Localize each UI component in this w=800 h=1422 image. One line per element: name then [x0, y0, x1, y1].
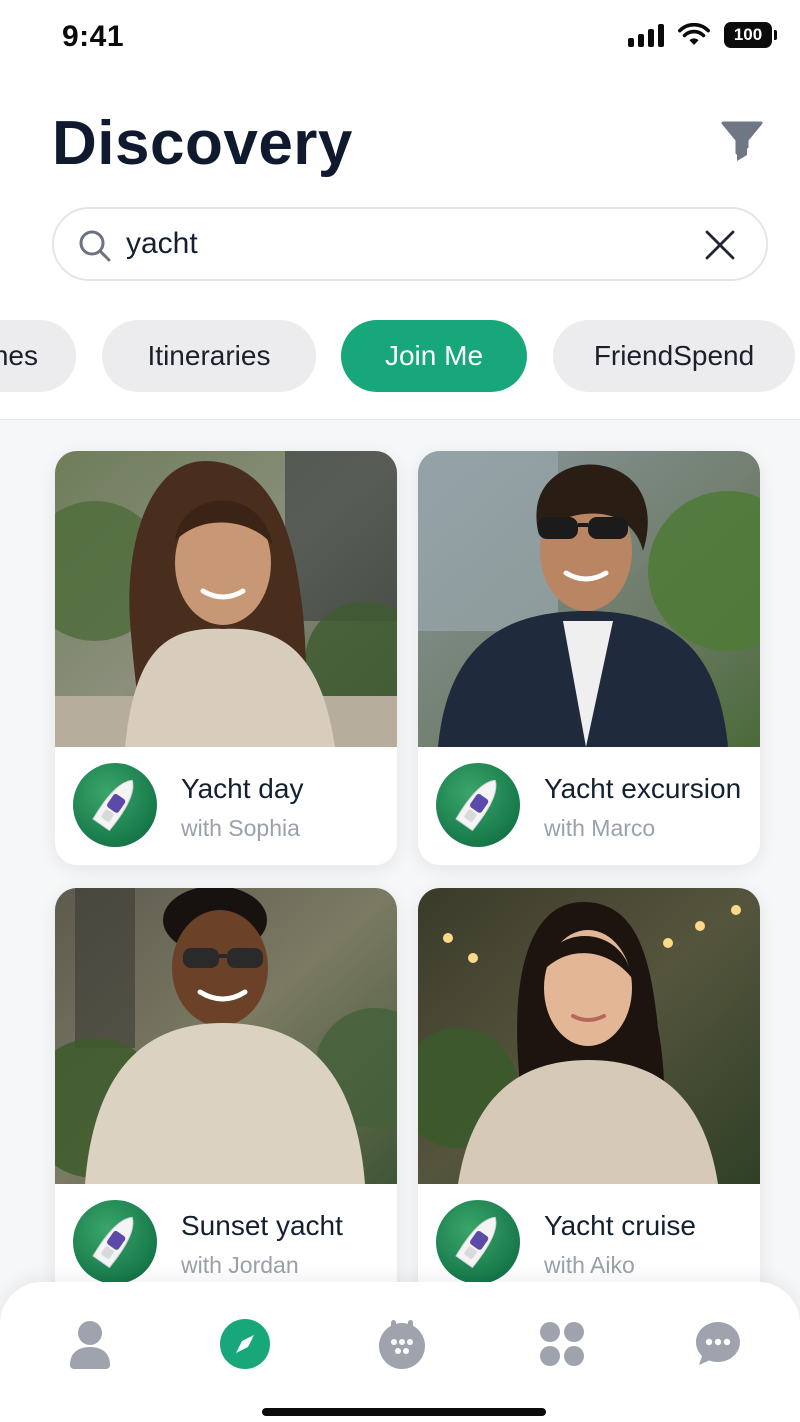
chip-label: nes: [0, 340, 38, 371]
search-input[interactable]: [126, 221, 686, 267]
apps-grid-icon: [540, 1322, 584, 1366]
category-chips: nes Itineraries Join Me FriendSpend: [0, 320, 800, 394]
filter-button[interactable]: [714, 116, 770, 166]
home-indicator[interactable]: [262, 1408, 546, 1416]
card-title: Yacht day: [181, 773, 304, 804]
compass-icon: [220, 1319, 270, 1369]
yacht-icon: [436, 763, 520, 847]
header-area: 9:41 100 Discovery yacht nes Itineraries…: [0, 0, 800, 420]
yacht-icon: [73, 763, 157, 847]
tab-discovery[interactable]: [217, 1316, 273, 1372]
profile-photo: [55, 888, 397, 1184]
cellular-signal-icon: [628, 23, 664, 47]
funnel-icon: [721, 121, 763, 161]
yacht-icon: [436, 1200, 520, 1284]
close-icon[interactable]: [702, 227, 738, 263]
tab-messages[interactable]: [690, 1316, 746, 1372]
battery-icon: 100: [724, 22, 777, 48]
activity-card[interactable]: Yacht excursion with Marco: [418, 451, 760, 865]
bottom-tab-bar: [0, 1282, 800, 1422]
tab-calendar[interactable]: [374, 1316, 430, 1372]
search-icon: [79, 230, 111, 262]
card-body: Yacht day with Sophia: [55, 747, 397, 865]
card-title: Yacht excursion: [544, 773, 742, 804]
card-title: Yacht cruise: [544, 1210, 696, 1241]
activity-card[interactable]: Yacht cruise with Aiko: [418, 888, 760, 1302]
profile-photo: [418, 888, 760, 1184]
chip-nes[interactable]: nes: [0, 320, 76, 392]
card-subtitle: with Sophia: [181, 815, 300, 841]
status-bar: 9:41 100: [0, 0, 800, 76]
activity-card[interactable]: Yacht day with Sophia: [55, 451, 397, 865]
card-body: Yacht excursion with Marco: [418, 747, 760, 865]
search-bar[interactable]: [52, 207, 768, 281]
status-time: 9:41: [62, 20, 125, 53]
card-title: Sunset yacht: [181, 1210, 343, 1241]
chip-join-me[interactable]: Join Me: [341, 320, 527, 392]
chat-icon: [696, 1322, 740, 1365]
chip-label: Join Me: [384, 340, 484, 371]
activity-card[interactable]: Sunset yacht with Jordan: [55, 888, 397, 1302]
tab-apps[interactable]: [534, 1316, 590, 1372]
profile-icon: [70, 1321, 110, 1369]
tab-profile[interactable]: [62, 1316, 118, 1372]
profile-photo: [55, 451, 397, 747]
yacht-icon: [73, 1200, 157, 1284]
card-subtitle: with Aiko: [544, 1252, 635, 1278]
chip-itineraries[interactable]: Itineraries: [102, 320, 316, 392]
calendar-icon: [379, 1320, 425, 1369]
chip-label: FriendSpend: [593, 340, 755, 371]
profile-photo: [418, 451, 760, 747]
chip-friendspend[interactable]: FriendSpend: [553, 320, 795, 392]
card-subtitle: with Jordan: [181, 1252, 299, 1278]
wifi-icon: [678, 23, 710, 45]
card-subtitle: with Marco: [544, 815, 656, 841]
status-icons: 100: [628, 22, 777, 48]
chip-label: Itineraries: [147, 340, 271, 371]
page-title: Discovery: [52, 109, 353, 178]
